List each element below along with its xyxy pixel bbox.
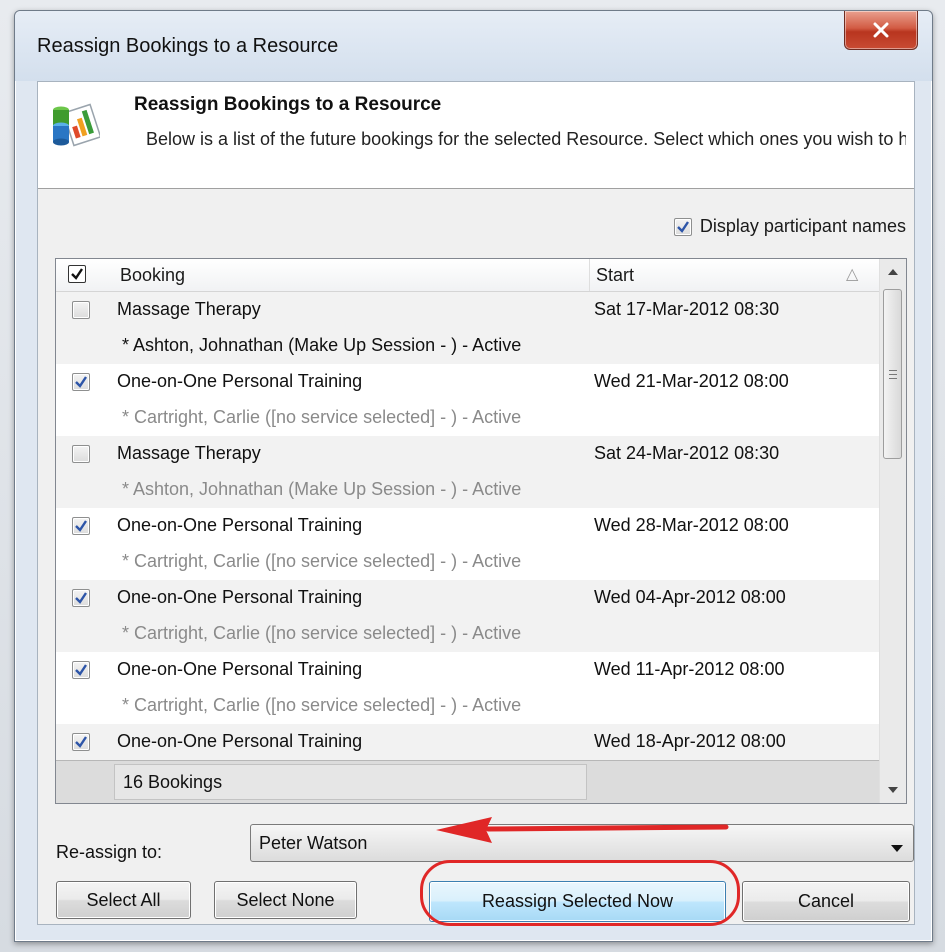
participant-detail: * Cartright, Carlie ([no service selecte…	[122, 695, 522, 715]
booking-row[interactable]: One-on-One Personal Training Wed 18-Apr-2…	[56, 724, 879, 760]
vertical-scrollbar[interactable]	[879, 259, 906, 803]
booking-start: Wed 11-Apr-2012 08:00	[594, 659, 785, 679]
participant-row[interactable]: * Ashton, Johnathan (Make Up Session - )…	[56, 472, 879, 508]
select-none-button[interactable]: Select None	[214, 881, 357, 919]
reassign-dialog: Reassign Bookings to a Resource Reassign…	[14, 10, 933, 942]
participant-row[interactable]: * Cartright, Carlie ([no service selecte…	[56, 544, 879, 580]
row-select-checkbox[interactable]	[72, 517, 90, 535]
scroll-up-arrow[interactable]	[880, 259, 906, 285]
summary-cell: 16 Bookings	[114, 764, 587, 800]
grip-line	[889, 378, 897, 379]
booking-row[interactable]: One-on-One Personal Training Wed 21-Mar-2…	[56, 364, 879, 400]
dropdown-arrow-icon[interactable]	[891, 839, 903, 857]
cancel-button[interactable]: Cancel	[742, 881, 910, 922]
grid-rows: Massage Therapy Sat 17-Mar-2012 08:30 * As…	[56, 292, 879, 760]
checkmark-icon	[75, 736, 87, 748]
checkmark-icon	[75, 592, 87, 604]
booking-count: 16 Bookings	[123, 772, 223, 792]
booking-row[interactable]: One-on-One Personal Training Wed 04-Apr-2…	[56, 580, 879, 616]
participant-row[interactable]: * Ashton, Johnathan (Make Up Session - )…	[56, 328, 879, 364]
checkmark-icon	[75, 520, 87, 532]
resource-reassign-icon	[46, 98, 102, 152]
sort-ascending-icon: △	[846, 266, 859, 283]
booking-row[interactable]: Massage Therapy Sat 17-Mar-2012 08:30	[56, 292, 879, 328]
grip-line	[889, 370, 897, 371]
checkmark-icon	[75, 376, 87, 388]
participant-detail: * Ashton, Johnathan (Make Up Session - )…	[122, 335, 522, 355]
participant-row[interactable]: * Cartright, Carlie ([no service selecte…	[56, 688, 879, 724]
booking-row[interactable]: One-on-One Personal Training Wed 28-Mar-2…	[56, 508, 879, 544]
grid-summary-bar: 16 Bookings	[56, 760, 879, 803]
select-all-checkbox[interactable]	[68, 265, 86, 283]
participant-detail: * Cartright, Carlie ([no service selecte…	[122, 623, 522, 643]
booking-name: Massage Therapy	[117, 299, 261, 319]
row-select-checkbox[interactable]	[72, 589, 90, 607]
participant-row[interactable]: * Cartright, Carlie ([no service selecte…	[56, 616, 879, 652]
select-all-button[interactable]: Select All	[56, 881, 191, 919]
booking-start: Wed 28-Mar-2012 08:00	[594, 515, 789, 535]
display-names-label: Display participant names	[699, 216, 906, 236]
booking-name: Massage Therapy	[117, 443, 261, 463]
header-title: Reassign Bookings to a Resource	[134, 94, 442, 115]
booking-start: Sat 17-Mar-2012 08:30	[594, 299, 780, 319]
row-select-checkbox[interactable]	[72, 733, 90, 751]
close-button[interactable]	[844, 11, 918, 50]
bookings-grid: Booking Start △ Massage Therapy Sat 17-Ma…	[55, 258, 907, 804]
header-description: Below is a list of the future bookings f…	[146, 129, 906, 149]
resource-dropdown-value: Peter Watson	[259, 833, 368, 853]
participant-row[interactable]: * Cartright, Carlie ([no service selecte…	[56, 400, 879, 436]
dialog-body: Reassign Bookings to a Resource Below is…	[37, 81, 915, 926]
row-select-checkbox[interactable]	[72, 373, 90, 391]
column-header-start[interactable]: Start	[596, 265, 634, 286]
display-names-checkbox[interactable]	[673, 217, 692, 236]
annotation-arrow-icon	[436, 817, 736, 848]
grid-header: Booking Start △	[56, 259, 879, 292]
triangle-up-icon	[888, 269, 898, 275]
triangle-down-icon	[888, 787, 898, 793]
booking-row[interactable]: Massage Therapy Sat 24-Mar-2012 08:30	[56, 436, 879, 472]
booking-name: One-on-One Personal Training	[117, 659, 363, 679]
column-header-booking[interactable]: Booking	[120, 265, 185, 286]
booking-name: One-on-One Personal Training	[117, 515, 363, 535]
booking-row[interactable]: One-on-One Personal Training Wed 11-Apr-2…	[56, 652, 879, 688]
title-bar[interactable]: Reassign Bookings to a Resource	[15, 11, 932, 81]
booking-name: One-on-One Personal Training	[117, 587, 363, 607]
grip-line	[889, 374, 897, 375]
reassign-to-label: Re-assign to:	[56, 842, 163, 862]
booking-start: Sat 24-Mar-2012 08:30	[594, 443, 780, 463]
participant-detail: * Ashton, Johnathan (Make Up Session - )…	[122, 479, 522, 499]
header-panel: Reassign Bookings to a Resource Below is…	[38, 82, 914, 189]
participant-detail: * Cartright, Carlie ([no service selecte…	[122, 407, 522, 427]
annotation-highlight-ellipse	[420, 860, 740, 926]
window-title: Reassign Bookings to a Resource	[37, 35, 339, 57]
checkmark-icon	[75, 664, 87, 676]
close-icon	[872, 22, 890, 38]
scroll-thumb[interactable]	[883, 289, 902, 459]
row-select-checkbox[interactable]	[72, 301, 90, 319]
booking-name: One-on-One Personal Training	[117, 371, 363, 391]
column-separator	[589, 259, 590, 291]
display-participant-names-option[interactable]: Display participant names	[673, 216, 906, 237]
checkmark-icon	[71, 268, 83, 280]
scroll-down-arrow[interactable]	[880, 777, 906, 803]
row-select-checkbox[interactable]	[72, 661, 90, 679]
row-select-checkbox[interactable]	[72, 445, 90, 463]
booking-start: Wed 21-Mar-2012 08:00	[594, 371, 789, 391]
participant-detail: * Cartright, Carlie ([no service selecte…	[122, 551, 522, 571]
checkmark-icon	[677, 220, 689, 233]
booking-start: Wed 04-Apr-2012 08:00	[594, 587, 786, 607]
booking-name: One-on-One Personal Training	[117, 731, 363, 751]
booking-start: Wed 18-Apr-2012 08:00	[594, 731, 786, 751]
